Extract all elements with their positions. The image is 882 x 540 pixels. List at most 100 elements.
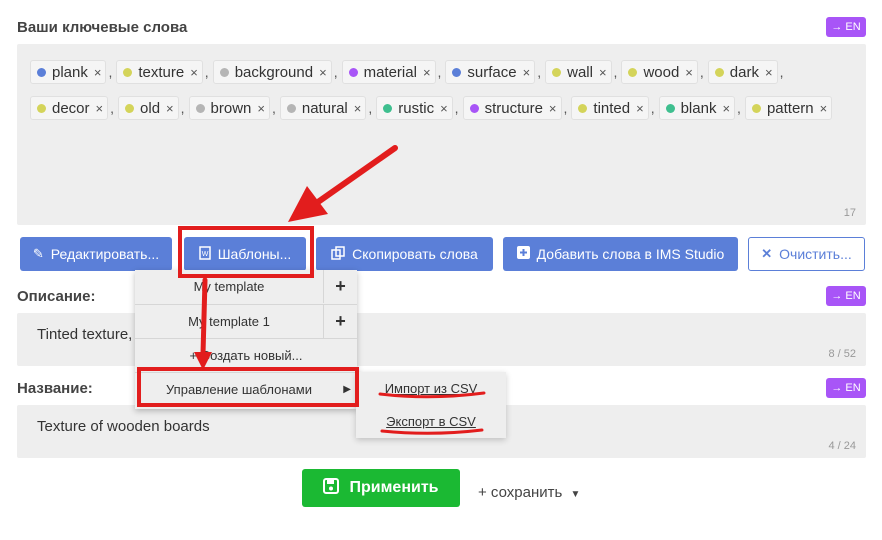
keyword-label: dark — [729, 63, 759, 81]
save-label: + сохранить — [478, 484, 563, 501]
clear-button-label: Очистить... — [779, 246, 852, 262]
name-title: Название: — [17, 380, 93, 397]
name-translate-button[interactable]: → EN — [826, 378, 866, 398]
keyword-tag[interactable]: old × — [118, 96, 179, 120]
keywords-title: Ваши ключевые слова — [17, 19, 188, 36]
keyword-tag[interactable]: dark × — [707, 60, 778, 84]
description-translate-button[interactable]: → EN — [826, 286, 866, 306]
description-title: Описание: — [17, 288, 96, 305]
copy-icon — [331, 245, 345, 263]
keyword-tag[interactable]: wall × — [545, 60, 612, 84]
add-to-ims-label: Добавить слова в IMS Studio — [536, 246, 725, 262]
keyword-label: wall — [567, 63, 593, 81]
keyword-label: rustic — [398, 99, 435, 117]
remove-keyword-icon[interactable]: × — [685, 65, 693, 80]
keywords-translate-button[interactable]: → EN — [826, 17, 866, 37]
keyword-separator: , — [737, 100, 741, 116]
template-item[interactable]: My template 1 + — [135, 305, 357, 339]
keyword-separator: , — [537, 64, 542, 80]
keyword-separator: , — [204, 64, 209, 80]
keyword-label: texture — [138, 63, 185, 81]
remove-keyword-icon[interactable]: × — [722, 101, 730, 116]
keyword-separator: , — [180, 100, 185, 116]
export-csv-item[interactable]: Экспорт в CSV — [356, 414, 506, 429]
keyword-separator: , — [699, 64, 704, 80]
manage-templates-item[interactable]: Управление шаблонами ▶ — [135, 373, 357, 407]
remove-keyword-icon[interactable]: × — [94, 65, 102, 80]
remove-keyword-icon[interactable]: × — [636, 101, 644, 116]
keyword-tag[interactable]: wood × — [621, 60, 698, 84]
keyword-tag[interactable]: natural × — [279, 96, 367, 120]
save-dropdown[interactable]: + сохранить ▼ — [478, 484, 580, 501]
template-item[interactable]: My template + — [135, 270, 357, 304]
keyword-label: brown — [210, 99, 252, 117]
keyword-tag[interactable]: rustic × — [376, 96, 453, 120]
keyword-color-dot-icon — [751, 103, 761, 113]
keyword-separator: , — [108, 64, 113, 80]
remove-keyword-icon[interactable]: × — [599, 65, 607, 80]
remove-keyword-icon[interactable]: × — [820, 101, 828, 116]
plus-icon[interactable]: + — [323, 305, 357, 338]
keyword-label: plank — [52, 63, 88, 81]
remove-keyword-icon[interactable]: × — [166, 101, 174, 116]
keyword-tag[interactable]: background × — [212, 60, 332, 84]
keyword-color-dot-icon — [469, 103, 479, 113]
keyword-color-dot-icon — [383, 103, 393, 113]
keyword-tag[interactable]: tinted × — [571, 96, 649, 120]
keyword-label: old — [140, 99, 161, 117]
keyword-separator: , — [110, 100, 115, 116]
keywords-count: 17 — [843, 207, 856, 219]
keyword-tag[interactable]: brown × — [188, 96, 270, 120]
keyword-tag[interactable]: pattern × — [744, 96, 833, 120]
keyword-separator: , — [437, 64, 442, 80]
keyword-color-dot-icon — [665, 103, 675, 113]
copy-words-button[interactable]: Скопировать слова — [316, 237, 493, 271]
keyword-tag[interactable]: surface × — [445, 60, 536, 84]
keyword-label: natural — [301, 99, 348, 117]
keyword-tag[interactable]: texture × — [116, 60, 203, 84]
name-count: 4 / 24 — [828, 440, 856, 452]
import-csv-item[interactable]: Импорт из CSV — [356, 381, 506, 396]
keyword-tag[interactable]: plank × — [30, 60, 107, 84]
keyword-tag[interactable]: decor × — [30, 96, 109, 120]
keyword-separator: , — [563, 100, 568, 116]
remove-keyword-icon[interactable]: × — [319, 65, 327, 80]
templates-button[interactable]: W Шаблоны... — [184, 237, 306, 271]
template-item-label: My template 1 — [188, 314, 270, 329]
edit-button[interactable]: ✎ Редактировать... — [20, 237, 172, 271]
keyword-tag[interactable]: blank × — [658, 96, 736, 120]
copy-words-label: Скопировать слова — [352, 246, 478, 262]
remove-keyword-icon[interactable]: × — [765, 65, 773, 80]
remove-keyword-icon[interactable]: × — [190, 65, 198, 80]
remove-keyword-icon[interactable]: × — [354, 101, 362, 116]
caret-right-icon: ▶ — [343, 384, 351, 395]
remove-keyword-icon[interactable]: × — [96, 101, 104, 116]
manage-templates-submenu: Импорт из CSV Экспорт в CSV — [356, 372, 506, 438]
keyword-label: blank — [680, 99, 717, 117]
remove-keyword-icon[interactable]: × — [440, 101, 448, 116]
apply-button[interactable]: Применить — [302, 469, 460, 507]
create-template-item[interactable]: + Создать новый... — [135, 339, 357, 373]
keyword-separator: , — [368, 100, 373, 116]
keyword-label: structure — [484, 99, 543, 117]
clear-button[interactable]: ✕ Очистить... — [748, 237, 865, 271]
remove-keyword-icon[interactable]: × — [423, 65, 431, 80]
keyword-tag[interactable]: material × — [341, 60, 436, 84]
keyword-tag[interactable]: structure × — [462, 96, 562, 120]
description-count: 8 / 52 — [828, 348, 856, 360]
keyword-label: tinted — [593, 99, 631, 117]
save-disk-icon — [323, 477, 340, 499]
remove-keyword-icon[interactable]: × — [257, 101, 265, 116]
keyword-label: pattern — [766, 99, 814, 117]
keyword-color-dot-icon — [578, 103, 588, 113]
keyword-color-dot-icon — [123, 67, 133, 77]
keyword-color-dot-icon — [286, 103, 296, 113]
add-to-ims-button[interactable]: Добавить слова в IMS Studio — [503, 237, 738, 271]
remove-keyword-icon[interactable]: × — [549, 101, 557, 116]
keyword-separator: , — [613, 64, 618, 80]
keyword-color-dot-icon — [37, 103, 46, 113]
plus-icon[interactable]: + — [323, 270, 357, 303]
remove-keyword-icon[interactable]: × — [523, 65, 531, 80]
apply-button-label: Применить — [349, 479, 439, 496]
keyword-color-dot-icon — [195, 103, 205, 113]
